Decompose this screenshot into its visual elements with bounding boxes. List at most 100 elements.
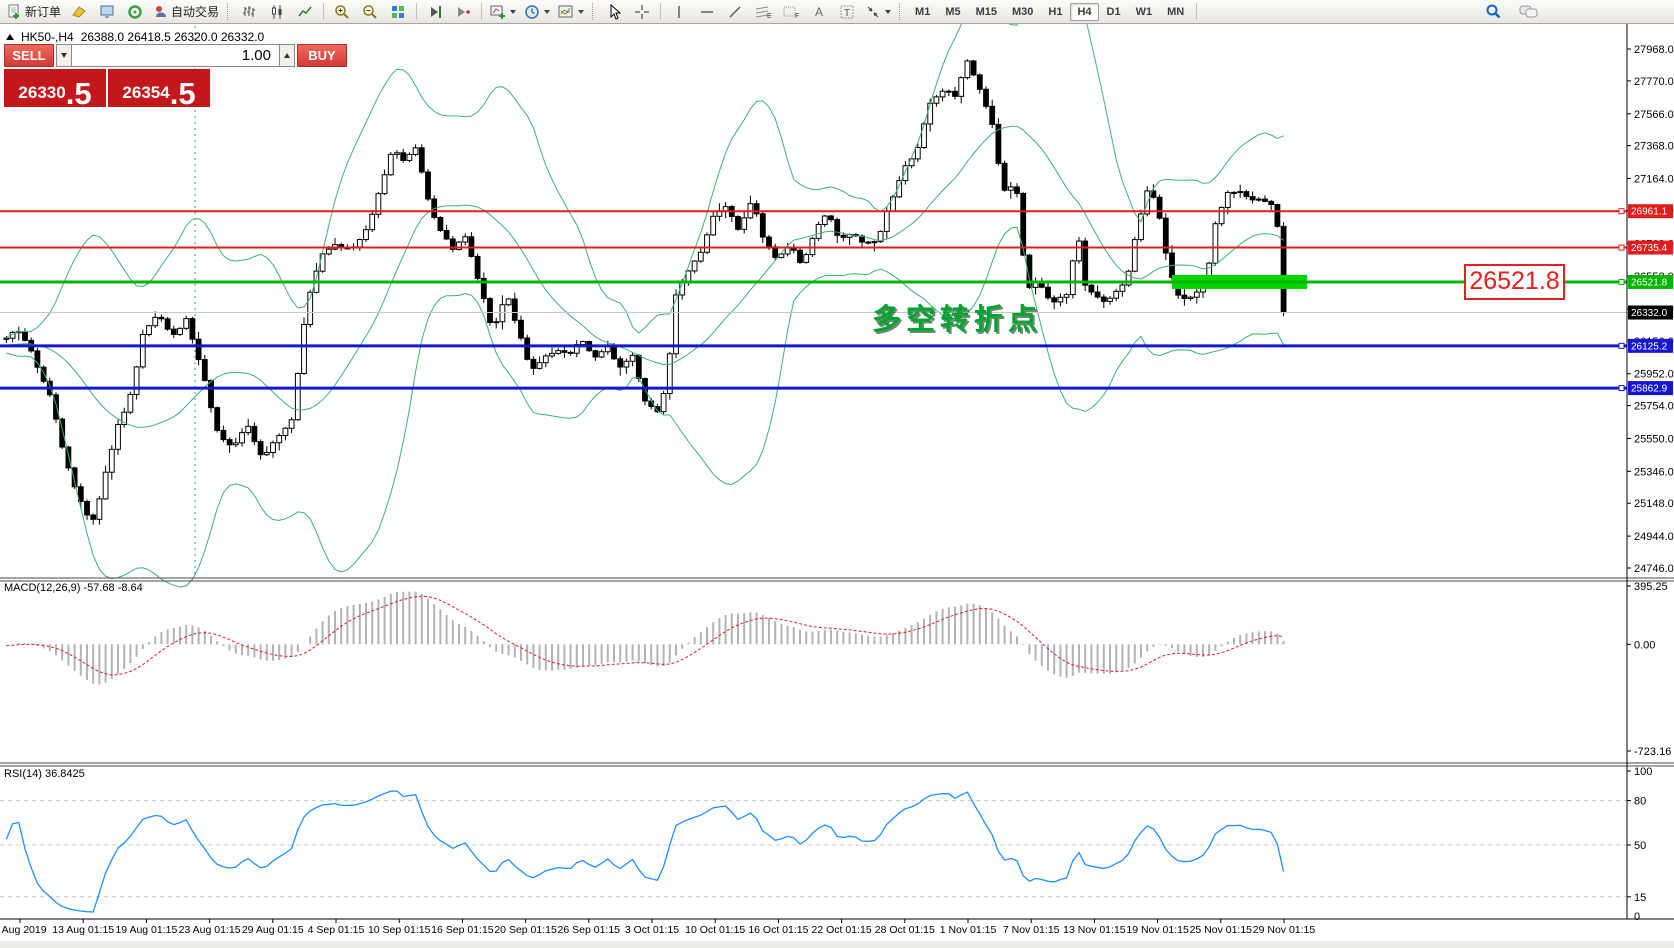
auto-trading-button[interactable]: 自动交易 xyxy=(150,1,222,23)
timeframe-H4[interactable]: H4 xyxy=(1070,2,1099,21)
toolbar-separator xyxy=(1196,3,1198,20)
tile-windows-button[interactable] xyxy=(385,1,411,23)
timeframe-D1[interactable]: D1 xyxy=(1100,3,1128,21)
svg-text:E: E xyxy=(767,13,772,20)
buy-price-display[interactable]: 26354 .5 xyxy=(108,69,210,111)
bar-chart-button[interactable] xyxy=(236,1,262,23)
timeframe-M15[interactable]: M15 xyxy=(969,3,1004,21)
timeframe-MN[interactable]: MN xyxy=(1160,3,1191,21)
zoom-in-button[interactable] xyxy=(329,1,355,23)
crosshair-icon xyxy=(634,4,650,20)
vertical-line-button[interactable] xyxy=(666,1,692,23)
bollinger-bands xyxy=(6,24,1285,588)
timeframe-buttons: M1 M5 M15 M30 H1 H4 D1 W1 MN xyxy=(908,2,1191,21)
grid-icon: F xyxy=(782,4,800,20)
terminal-button[interactable] xyxy=(94,1,120,23)
buy-button[interactable]: BUY xyxy=(297,44,347,67)
chat-icon xyxy=(1519,3,1539,21)
search-button[interactable] xyxy=(1480,1,1506,23)
horizontal-line-button[interactable] xyxy=(694,1,720,23)
candlestick-chart-button[interactable] xyxy=(264,1,290,23)
trendline-button[interactable] xyxy=(722,1,748,23)
svg-text:13 Nov 01:15: 13 Nov 01:15 xyxy=(1063,924,1126,936)
svg-text:4 Sep 01:15: 4 Sep 01:15 xyxy=(308,924,365,936)
svg-text:19 Aug 01:15: 19 Aug 01:15 xyxy=(115,924,177,936)
cursor-button[interactable] xyxy=(601,1,627,23)
chart-window: 27968.027770.027566.027368.027164.026966… xyxy=(0,24,1674,948)
shift-chart-button[interactable] xyxy=(422,1,448,23)
chevron-down-icon xyxy=(578,9,585,14)
timeframe-W1[interactable]: W1 xyxy=(1129,3,1160,21)
toolbar-grip xyxy=(899,3,903,20)
text-label-button[interactable]: T xyxy=(834,1,860,23)
chat-button[interactable] xyxy=(1516,1,1542,23)
svg-text:25754.0: 25754.0 xyxy=(1634,401,1674,413)
svg-text:26521.8: 26521.8 xyxy=(1631,277,1668,288)
text-button[interactable]: A xyxy=(806,1,832,23)
auto-scroll-button[interactable] xyxy=(450,1,476,23)
chart-canvas[interactable]: 27968.027770.027566.027368.027164.026966… xyxy=(0,24,1674,948)
collapse-panel-icon[interactable] xyxy=(6,34,14,40)
volume-input[interactable] xyxy=(72,44,279,67)
profiles-button[interactable] xyxy=(66,1,92,23)
volume-increase-button[interactable] xyxy=(279,44,295,67)
timeframe-H1[interactable]: H1 xyxy=(1041,3,1069,21)
auto-trading-label: 自动交易 xyxy=(171,5,220,19)
new-chart-button[interactable] xyxy=(487,1,519,23)
macd-pane[interactable] xyxy=(5,591,1285,685)
svg-text:25 Nov 01:15: 25 Nov 01:15 xyxy=(1190,924,1253,936)
timeframe-M1[interactable]: M1 xyxy=(908,3,937,21)
bar-chart-icon xyxy=(241,4,257,20)
svg-text:0.00: 0.00 xyxy=(1634,639,1655,651)
auto-scroll-icon xyxy=(455,4,471,20)
svg-text:T: T xyxy=(844,8,850,19)
svg-text:1 Nov 01:15: 1 Nov 01:15 xyxy=(940,924,997,936)
fibonacci-button[interactable]: E xyxy=(750,1,776,23)
candles-layer[interactable] xyxy=(3,59,1287,525)
buy-label: BUY xyxy=(308,48,336,63)
svg-text:7 Aug 2019: 7 Aug 2019 xyxy=(0,924,47,936)
horizontal-level-lines[interactable] xyxy=(0,210,1627,390)
template-button[interactable] xyxy=(555,1,587,23)
sell-label: SELL xyxy=(12,48,46,63)
zoom-out-button[interactable] xyxy=(357,1,383,23)
periods-button[interactable] xyxy=(521,1,553,23)
svg-text:3 Oct 01:15: 3 Oct 01:15 xyxy=(625,924,679,936)
volume-stepper xyxy=(56,44,295,67)
svg-text:27968.0: 27968.0 xyxy=(1634,44,1674,56)
new-order-button[interactable]: 新订单 xyxy=(4,1,64,23)
svg-text:0: 0 xyxy=(1634,911,1640,923)
crosshair-button[interactable] xyxy=(629,1,655,23)
svg-text:16 Oct 01:15: 16 Oct 01:15 xyxy=(748,924,808,936)
svg-text:25346.0: 25346.0 xyxy=(1634,466,1674,478)
svg-text:50: 50 xyxy=(1634,840,1646,852)
volume-decrease-button[interactable] xyxy=(56,44,72,67)
price-callout-box[interactable]: 26521.8 xyxy=(1464,264,1565,300)
sell-button[interactable]: SELL xyxy=(4,44,54,67)
timeframe-M5[interactable]: M5 xyxy=(938,3,967,21)
line-chart-button[interactable] xyxy=(292,1,318,23)
buy-price-fraction: .5 xyxy=(169,75,196,111)
rsi-pane[interactable] xyxy=(0,790,1627,913)
svg-text:23 Aug 01:15: 23 Aug 01:15 xyxy=(179,924,241,936)
svg-text:27770.0: 27770.0 xyxy=(1634,76,1674,88)
new-order-icon xyxy=(7,4,23,20)
svg-text:27566.0: 27566.0 xyxy=(1634,109,1674,121)
sell-price-fraction: .5 xyxy=(65,75,92,111)
line-chart-icon xyxy=(297,4,313,20)
rsi-indicator-label: RSI(14) 36.8425 xyxy=(4,768,85,780)
horizontal-line-icon xyxy=(699,4,715,20)
chevron-down-icon xyxy=(510,9,517,14)
strategy-tester-button[interactable] xyxy=(122,1,148,23)
svg-text:25148.0: 25148.0 xyxy=(1634,498,1674,510)
candlestick-chart-icon xyxy=(269,4,285,20)
sell-price-display[interactable]: 26330 .5 xyxy=(4,69,106,111)
arrows-button[interactable] xyxy=(862,1,894,23)
template-icon xyxy=(558,4,574,20)
pane-separators[interactable] xyxy=(0,24,1674,948)
chart-annotation-text[interactable]: 多空转折点 xyxy=(872,296,1042,338)
timeframe-M30[interactable]: M30 xyxy=(1005,3,1040,21)
svg-text:F: F xyxy=(795,13,799,20)
svg-text:26125.2: 26125.2 xyxy=(1631,341,1668,352)
grid-button[interactable]: F xyxy=(778,1,804,23)
